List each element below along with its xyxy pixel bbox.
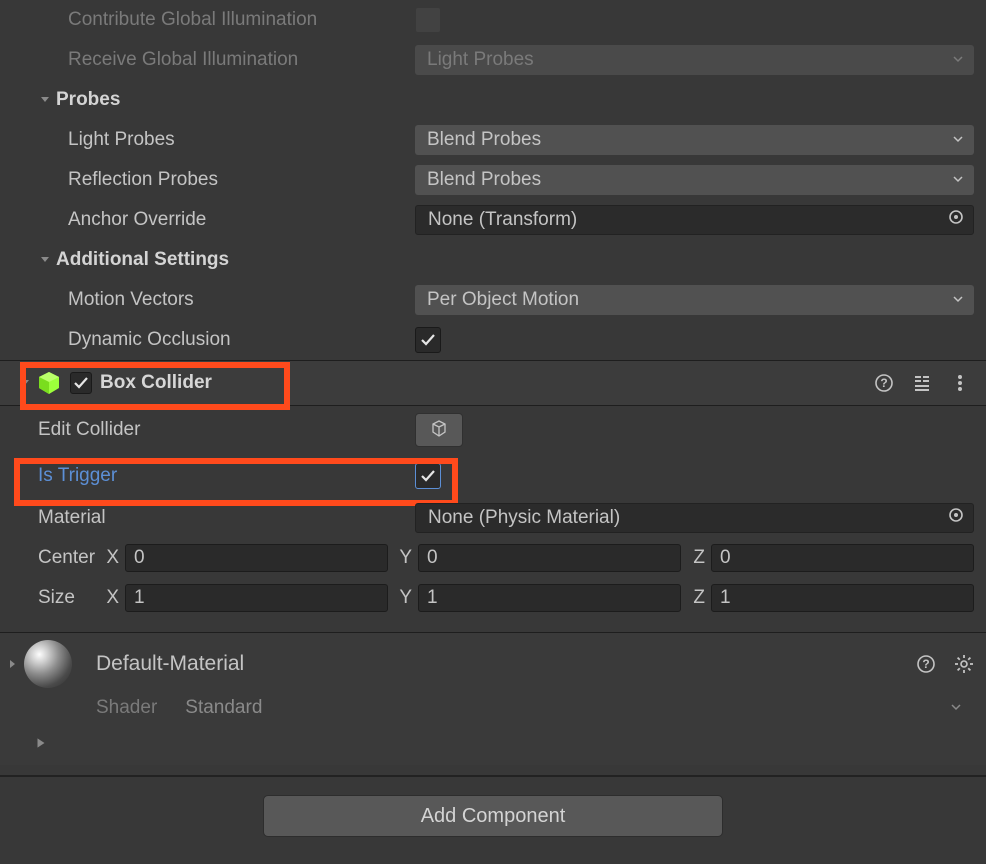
material-preview-icon <box>24 640 72 688</box>
probes-header: Probes <box>56 89 120 111</box>
shader-dropdown[interactable]: Standard <box>175 693 974 723</box>
contribute-gi-label: Contribute Global Illumination <box>10 9 415 31</box>
edit-collider-button[interactable] <box>415 413 463 447</box>
shader-label: Shader <box>96 697 157 719</box>
box-collider-title: Box Collider <box>100 372 212 394</box>
material-foldout[interactable] <box>6 657 20 671</box>
dynamic-occlusion-checkbox[interactable] <box>415 327 441 353</box>
center-label: Center <box>10 547 101 569</box>
context-menu-icon[interactable] <box>950 373 970 393</box>
shader-value: Standard <box>185 697 262 719</box>
material-name: Default-Material <box>96 652 244 676</box>
additional-settings-foldout[interactable] <box>38 253 52 267</box>
preset-icon[interactable] <box>912 373 932 393</box>
center-z-input[interactable] <box>711 544 974 572</box>
light-probes-dropdown[interactable]: Blend Probes <box>415 125 974 155</box>
axis-y-label: Y <box>394 587 412 609</box>
motion-vectors-value: Per Object Motion <box>427 289 579 311</box>
axis-z-label: Z <box>687 547 705 569</box>
probes-foldout[interactable] <box>38 93 52 107</box>
axis-z-label: Z <box>687 587 705 609</box>
size-x-input[interactable] <box>125 584 388 612</box>
light-probes-label: Light Probes <box>10 129 415 151</box>
center-y-input[interactable] <box>418 544 681 572</box>
anchor-override-field[interactable]: None (Transform) <box>415 205 974 235</box>
reflection-probes-label: Reflection Probes <box>10 169 415 191</box>
is-trigger-label: Is Trigger <box>10 465 415 487</box>
expand-arrow-icon[interactable] <box>34 734 48 756</box>
reflection-probes-dropdown[interactable]: Blend Probes <box>415 165 974 195</box>
size-label: Size <box>10 587 101 609</box>
dynamic-occlusion-label: Dynamic Occlusion <box>10 329 415 351</box>
receive-gi-dropdown: Light Probes <box>415 45 974 75</box>
svg-text:?: ? <box>880 376 887 390</box>
help-icon[interactable]: ? <box>874 373 894 393</box>
svg-text:?: ? <box>922 657 929 671</box>
box-collider-enable-checkbox[interactable] <box>70 372 92 394</box>
chevron-down-icon <box>952 49 964 71</box>
anchor-override-label: Anchor Override <box>10 209 415 231</box>
collider-material-label: Material <box>10 507 415 529</box>
object-picker-icon[interactable] <box>947 208 965 232</box>
edit-collider-label: Edit Collider <box>10 419 415 441</box>
reflection-probes-value: Blend Probes <box>427 169 541 191</box>
light-probes-value: Blend Probes <box>427 129 541 151</box>
is-trigger-checkbox[interactable] <box>415 463 441 489</box>
center-x-input[interactable] <box>125 544 388 572</box>
size-z-input[interactable] <box>711 584 974 612</box>
collider-material-value: None (Physic Material) <box>428 507 620 529</box>
receive-gi-label: Receive Global Illumination <box>10 49 415 71</box>
gear-icon[interactable] <box>954 654 974 674</box>
motion-vectors-label: Motion Vectors <box>10 289 415 311</box>
motion-vectors-dropdown[interactable]: Per Object Motion <box>415 285 974 315</box>
receive-gi-value: Light Probes <box>427 49 534 71</box>
axis-x-label: X <box>101 547 119 569</box>
add-component-label: Add Component <box>421 805 566 828</box>
anchor-override-value: None (Transform) <box>428 209 577 231</box>
chevron-down-icon <box>952 129 964 151</box>
additional-settings-header: Additional Settings <box>56 249 229 271</box>
chevron-down-icon <box>952 289 964 311</box>
chevron-down-icon <box>952 169 964 191</box>
chevron-down-icon <box>950 697 962 719</box>
box-collider-foldout[interactable] <box>18 376 32 390</box>
add-component-button[interactable]: Add Component <box>263 795 723 837</box>
collider-material-field[interactable]: None (Physic Material) <box>415 503 974 533</box>
help-icon[interactable]: ? <box>916 654 936 674</box>
box-collider-icon <box>36 370 62 396</box>
box-collider-header[interactable]: Box Collider ? <box>0 360 986 406</box>
material-panel: Default-Material ? Shader Standard <box>0 632 986 765</box>
contribute-gi-checkbox <box>415 7 441 33</box>
axis-y-label: Y <box>394 547 412 569</box>
axis-x-label: X <box>101 587 119 609</box>
size-y-input[interactable] <box>418 584 681 612</box>
object-picker-icon[interactable] <box>947 506 965 530</box>
